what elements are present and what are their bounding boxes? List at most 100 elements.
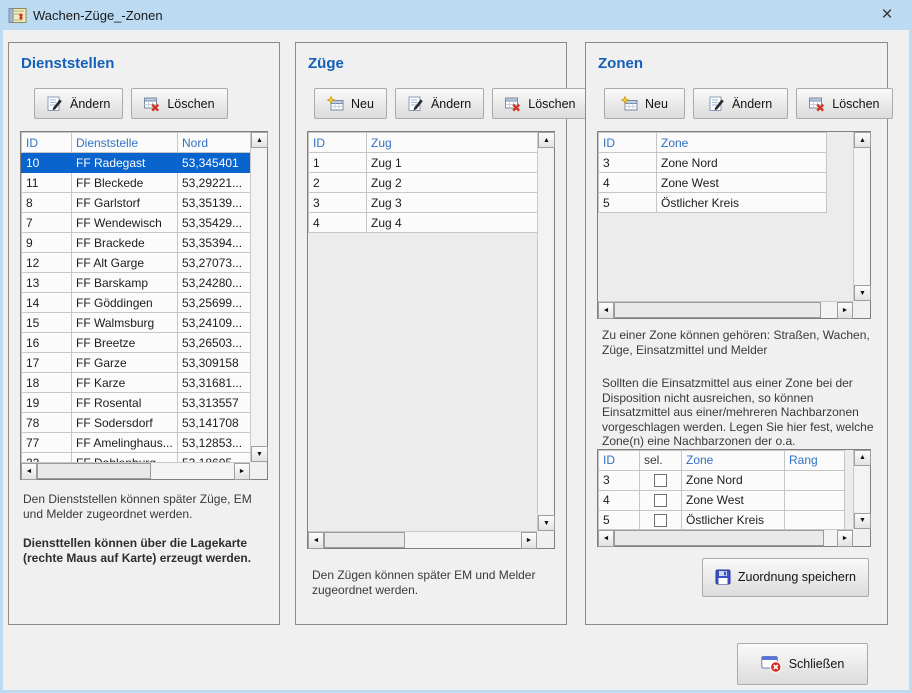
- table-row[interactable]: 4Zone West: [599, 173, 827, 193]
- zuege-neu-button[interactable]: Neu: [314, 88, 387, 119]
- scroll-down-icon[interactable]: ▼: [538, 515, 555, 531]
- column-header[interactable]: Dienststelle: [72, 133, 178, 153]
- table-row[interactable]: 1Zug 1: [309, 153, 538, 173]
- zonen-loeschen-button[interactable]: Löschen: [796, 88, 892, 119]
- table-row[interactable]: 5Östlicher Kreis: [599, 510, 845, 529]
- vertical-scrollbar[interactable]: ▲ ▼: [250, 132, 267, 462]
- row-checkbox[interactable]: [654, 514, 667, 527]
- scroll-left-icon[interactable]: ◄: [21, 463, 37, 480]
- scroll-up-icon[interactable]: ▲: [854, 450, 871, 466]
- column-header[interactable]: Zone: [657, 133, 827, 153]
- column-header[interactable]: Zone: [682, 450, 785, 470]
- save-assignment-button[interactable]: Zuordnung speichern: [702, 558, 869, 597]
- column-header[interactable]: ID: [22, 133, 72, 153]
- table-row[interactable]: 22FF Dahlenburg53,18605: [22, 453, 251, 463]
- scroll-right-icon[interactable]: ►: [234, 463, 250, 480]
- table-row[interactable]: 15FF Walmsburg53,24109...: [22, 313, 251, 333]
- dienststellen-aendern-button[interactable]: Ändern: [34, 88, 123, 119]
- table-row[interactable]: 5Östlicher Kreis: [599, 193, 827, 213]
- table-row[interactable]: 3Zone Nord: [599, 470, 845, 490]
- table-row[interactable]: 4Zone West: [599, 490, 845, 510]
- map-app-icon: [8, 6, 27, 25]
- table-row[interactable]: 78FF Sodersdorf53,141708: [22, 413, 251, 433]
- column-header[interactable]: sel.: [640, 450, 682, 470]
- zuege-table: IDZug1Zug 12Zug 23Zug 34Zug 4 ▲ ▼ ◄ ►: [307, 131, 555, 549]
- scroll-left-icon[interactable]: ◄: [308, 532, 324, 549]
- table-cell: 53,24280...: [178, 273, 251, 293]
- table-cell: 12: [22, 253, 72, 273]
- table-row[interactable]: 3Zug 3: [309, 193, 538, 213]
- table-row[interactable]: 18FF Karze53,31681...: [22, 373, 251, 393]
- scroll-up-icon[interactable]: ▲: [251, 132, 268, 148]
- table-cell: 77: [22, 433, 72, 453]
- table-row[interactable]: 8FF Garlstorf53,35139...: [22, 193, 251, 213]
- scrollbar-thumb[interactable]: [37, 463, 151, 479]
- dienststellen-loeschen-button[interactable]: Löschen: [131, 88, 227, 119]
- scrollbar-thumb[interactable]: [324, 532, 405, 548]
- table-row[interactable]: 4Zug 4: [309, 213, 538, 233]
- zonen-aendern-button[interactable]: Ändern: [693, 88, 788, 119]
- table-cell: FF Brackede: [72, 233, 178, 253]
- table-row[interactable]: 19FF Rosental53,313557: [22, 393, 251, 413]
- table-cell: 16: [22, 333, 72, 353]
- scroll-down-icon[interactable]: ▼: [251, 446, 268, 462]
- table-row[interactable]: 10FF Radegast53,345401: [22, 153, 251, 173]
- scroll-right-icon[interactable]: ►: [837, 302, 853, 319]
- horizontal-scrollbar[interactable]: ◄ ►: [308, 531, 537, 548]
- zonen-neu-button[interactable]: Neu: [604, 88, 685, 119]
- close-icon[interactable]: ×: [876, 4, 898, 26]
- scroll-down-icon[interactable]: ▼: [854, 285, 871, 301]
- table-cell: 2: [309, 173, 367, 193]
- table-row[interactable]: 17FF Garze53,309158: [22, 353, 251, 373]
- scroll-left-icon[interactable]: ◄: [598, 302, 614, 319]
- column-header[interactable]: Rang: [785, 450, 845, 470]
- scroll-down-icon[interactable]: ▼: [854, 513, 871, 529]
- table-cell: 4: [599, 173, 657, 193]
- vertical-scrollbar[interactable]: ▲ ▼: [853, 132, 870, 301]
- vertical-scrollbar[interactable]: ▲ ▼: [537, 132, 554, 531]
- column-header[interactable]: ID: [599, 450, 640, 470]
- table-cell: FF Dahlenburg: [72, 453, 178, 463]
- table-row[interactable]: 7FF Wendewisch53,35429...: [22, 213, 251, 233]
- table-cell: Zone West: [657, 173, 827, 193]
- horizontal-scrollbar[interactable]: ◄ ►: [598, 529, 853, 546]
- schliessen-button[interactable]: Schließen: [737, 643, 868, 685]
- scroll-right-icon[interactable]: ►: [521, 532, 537, 549]
- horizontal-scrollbar[interactable]: ◄ ►: [598, 301, 853, 318]
- table-row[interactable]: 13FF Barskamp53,24280...: [22, 273, 251, 293]
- panel-title-zonen: Zonen: [598, 55, 887, 73]
- table-row[interactable]: 14FF Göddingen53,25699...: [22, 293, 251, 313]
- column-header[interactable]: Nord: [178, 133, 251, 153]
- scrollbar-thumb[interactable]: [614, 302, 821, 318]
- row-checkbox[interactable]: [654, 474, 667, 487]
- scrollbar-thumb[interactable]: [614, 530, 824, 546]
- horizontal-scrollbar[interactable]: ◄ ►: [21, 462, 250, 479]
- scroll-right-icon[interactable]: ►: [837, 530, 853, 547]
- table-row[interactable]: 3Zone Nord: [599, 153, 827, 173]
- row-checkbox[interactable]: [654, 494, 667, 507]
- table-row[interactable]: 12FF Alt Garge53,27073...: [22, 253, 251, 273]
- table-row[interactable]: 11FF Bleckede53,29221...: [22, 173, 251, 193]
- table-cell: FF Garlstorf: [72, 193, 178, 213]
- vertical-scrollbar[interactable]: ▲ ▼: [853, 450, 870, 529]
- column-header[interactable]: Zug: [367, 133, 538, 153]
- data-grid: IDZug1Zug 12Zug 23Zug 34Zug 4: [308, 132, 537, 233]
- scroll-up-icon[interactable]: ▲: [854, 132, 871, 148]
- table-cell: [640, 510, 682, 529]
- table-row[interactable]: 77FF Amelinghaus...53,12853...: [22, 433, 251, 453]
- column-header[interactable]: ID: [599, 133, 657, 153]
- zuege-toolbar: Neu Ändern: [314, 88, 566, 119]
- dienststellen-note: Den Dienststellen können später Züge, EM…: [23, 492, 265, 522]
- table-cell: FF Amelinghaus...: [72, 433, 178, 453]
- table-row[interactable]: 2Zug 2: [309, 173, 538, 193]
- table-row[interactable]: 9FF Brackede53,35394...: [22, 233, 251, 253]
- data-grid: IDZone3Zone Nord4Zone West5Östlicher Kre…: [598, 132, 827, 213]
- table-row[interactable]: 16FF Breetze53,26503...: [22, 333, 251, 353]
- button-label: Löschen: [167, 97, 214, 111]
- zuege-aendern-button[interactable]: Ändern: [395, 88, 484, 119]
- save-icon: [715, 569, 731, 585]
- scroll-left-icon[interactable]: ◄: [598, 530, 614, 547]
- scroll-up-icon[interactable]: ▲: [538, 132, 555, 148]
- zuege-loeschen-button[interactable]: Löschen: [492, 88, 588, 119]
- column-header[interactable]: ID: [309, 133, 367, 153]
